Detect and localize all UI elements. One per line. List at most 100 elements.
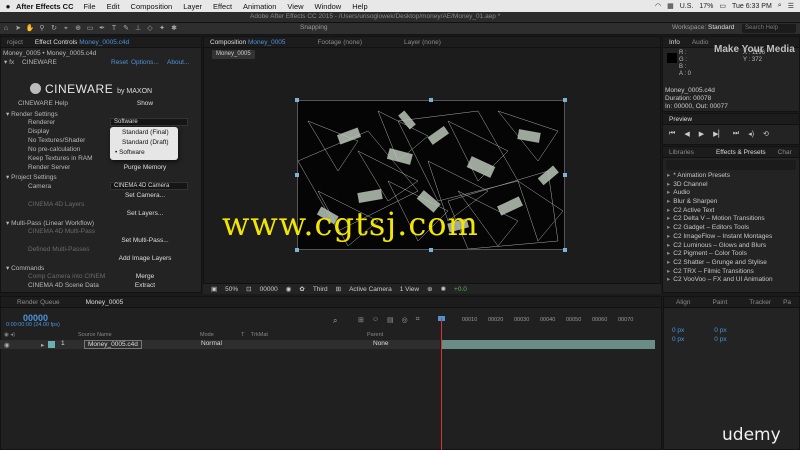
show-button[interactable]: Show (110, 99, 180, 108)
mute-icon[interactable]: ◂) (748, 130, 754, 138)
effects-list-item[interactable]: ▸ 3D Channel (663, 181, 799, 190)
layer-duration-bar[interactable] (442, 340, 655, 349)
tab-info[interactable]: Info (663, 39, 686, 46)
country-label[interactable]: U.S. (680, 3, 694, 10)
col-source-name[interactable]: Source Name (78, 332, 112, 338)
effects-list-item[interactable]: ▸ * Animation Presets (663, 172, 799, 181)
viewer-handle-tl[interactable] (295, 98, 299, 102)
menu-window[interactable]: Window (315, 2, 342, 11)
resolution-dropdown[interactable]: Third (313, 286, 328, 293)
home-icon[interactable]: ⌂ (0, 24, 12, 34)
exposure-value[interactable]: +0.0 (454, 286, 467, 293)
puppet-tool-icon[interactable]: ✱ (168, 24, 180, 34)
visibility-icon[interactable]: ◉ (4, 341, 10, 349)
rotate-tool-icon[interactable]: ↻ (48, 24, 60, 34)
zoom-dropdown[interactable]: 50% (225, 286, 238, 293)
graph-editor-icon[interactable]: ⌗ (416, 316, 420, 324)
set-multipass-button[interactable]: Set Multi-Pass... (110, 236, 180, 245)
expand-icon[interactable]: ▸ (41, 341, 44, 349)
tab-preview[interactable]: Preview (663, 116, 698, 123)
effects-list-item[interactable]: ▸ C2 VooVoo – FX and UI Animation (663, 276, 799, 285)
menu-layer[interactable]: Layer (183, 2, 202, 11)
tab-composition[interactable]: Composition Money_0005 (204, 39, 292, 46)
layer-parent-dropdown[interactable]: None (373, 340, 389, 347)
align-value[interactable]: 0 px (714, 336, 726, 343)
frame-blend-icon[interactable]: ▤ (387, 316, 394, 324)
stamp-tool-icon[interactable]: ⊥ (132, 24, 144, 34)
tab-footage[interactable]: Footage (none) (312, 39, 368, 46)
set-layers-button[interactable]: Set Layers... (110, 209, 180, 218)
roi-icon[interactable]: ⊞ (336, 285, 341, 293)
viewer-handle-tr[interactable] (563, 98, 567, 102)
label-color-swatch[interactable] (48, 341, 55, 348)
search-icon[interactable]: ⌕ (333, 316, 337, 326)
apple-icon[interactable]: ● (0, 2, 16, 11)
time-ruler[interactable]: 00010 00020 00030 00040 00050 00060 0007… (442, 317, 660, 329)
snapping-toggle[interactable]: Snapping (300, 24, 327, 31)
set-camera-button[interactable]: Set Camera... (110, 191, 180, 200)
options-button[interactable]: Options... (131, 58, 159, 67)
tab-tracker[interactable]: Tracker (743, 299, 777, 306)
purge-memory-button[interactable]: Purge Memory (110, 163, 180, 172)
region-icon[interactable]: ⊡ (246, 285, 251, 293)
tab-libraries[interactable]: Libraries (663, 149, 700, 156)
renderer-dropdown[interactable]: Software (110, 118, 188, 126)
first-frame-icon[interactable]: ⏮ (669, 130, 675, 138)
about-button[interactable]: About... (167, 58, 189, 67)
menu-file[interactable]: File (84, 2, 96, 11)
fx-icon[interactable]: ▾ fx (4, 58, 14, 67)
camera-view-dropdown[interactable]: Active Camera (349, 286, 392, 293)
battery-icon[interactable]: ▭ (719, 2, 726, 10)
motion-blur-icon[interactable]: ◎ (402, 316, 408, 324)
search-icon[interactable]: ⌕ (778, 2, 782, 10)
align-value[interactable]: 0 px (672, 336, 684, 343)
grid-icon[interactable]: ▣ (211, 285, 217, 293)
comp-breadcrumb-chip[interactable]: Money_0005 (212, 50, 255, 59)
pen-tool-icon[interactable]: ✒ (96, 24, 108, 34)
tab-effects-presets[interactable]: Effects & Presets (710, 149, 772, 156)
play-icon[interactable]: ▶ (699, 130, 704, 138)
layer-row[interactable]: ◉ ▸ 1 Money_0005.c4d Normal None (0, 340, 440, 349)
col-mode[interactable]: Mode (200, 332, 214, 338)
type-tool-icon[interactable]: T (108, 24, 120, 34)
project-settings-group[interactable]: ▾ Project Settings (6, 173, 57, 182)
renderer-option-draft[interactable]: Standard (Draft) (110, 138, 178, 148)
shy-icon[interactable]: ☺ (372, 316, 379, 324)
align-value[interactable]: 0 px (672, 327, 684, 334)
tab-audio[interactable]: Audio (686, 39, 715, 46)
col-parent[interactable]: Parent (367, 332, 383, 338)
tab-render-queue[interactable]: Render Queue (11, 299, 66, 306)
viewer-handle-br[interactable] (563, 248, 567, 252)
menu-animation[interactable]: Animation (243, 2, 276, 11)
tab-project[interactable]: roject (1, 39, 29, 46)
view-layout-dropdown[interactable]: 1 View (400, 286, 419, 293)
align-value[interactable]: 0 px (714, 327, 726, 334)
viewer-handle-tm[interactable] (429, 98, 433, 102)
tab-layer[interactable]: Layer (none) (398, 39, 447, 46)
exposure-reset-icon[interactable]: ✺ (441, 285, 446, 293)
list-icon[interactable]: ☰ (788, 2, 794, 10)
timecode-display[interactable]: 00000 (260, 286, 278, 293)
reset-button[interactable]: Reset (111, 58, 128, 67)
effects-list-item[interactable]: ▸ C2 Delta V – Motion Transitions (663, 215, 799, 224)
renderer-option-final[interactable]: Standard (Final) (110, 128, 178, 138)
loop-icon[interactable]: ⟲ (763, 130, 769, 138)
merge-button[interactable]: Merge (110, 272, 180, 281)
wifi-icon[interactable]: ◠ (655, 2, 661, 10)
tab-effect-controls[interactable]: Effect Controls Money_0005.c4d (29, 39, 135, 46)
tab-paint[interactable]: Paint (706, 299, 733, 306)
app-menu[interactable]: After Effects CC (16, 2, 74, 11)
tab-character[interactable]: Char (772, 149, 798, 156)
add-image-layers-button[interactable]: Add Image Layers (110, 254, 180, 263)
tab-align[interactable]: Align (670, 299, 696, 306)
next-frame-icon[interactable]: ▶▏ (713, 130, 724, 138)
zoom-tool-icon[interactable]: ⚲ (36, 24, 48, 34)
channel-icon[interactable]: ✿ (299, 285, 304, 293)
eraser-tool-icon[interactable]: ◇ (144, 24, 156, 34)
layer-name[interactable]: Money_0005.c4d (84, 340, 142, 349)
effects-search-input[interactable] (666, 160, 796, 170)
roto-tool-icon[interactable]: ✦ (156, 24, 168, 34)
viewer-handle-bl[interactable] (295, 248, 299, 252)
search-help-input[interactable]: Search Help (742, 24, 796, 33)
effects-list-item[interactable]: ▸ C2 ImageFlow – Instant Montages (663, 233, 799, 242)
